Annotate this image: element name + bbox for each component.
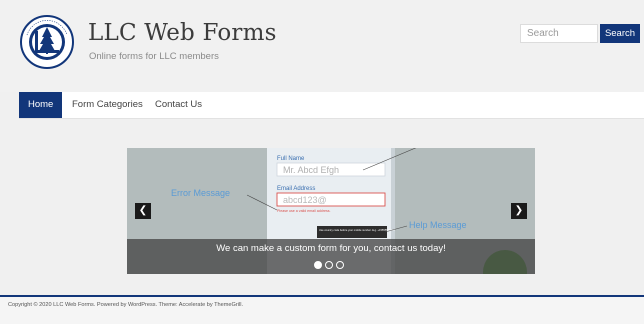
search-button[interactable]: Search bbox=[600, 24, 640, 43]
slide-email-value: abcd123@ bbox=[283, 195, 327, 205]
main-navigation: Home Form Categories Contact Us bbox=[19, 92, 644, 119]
slide-error-text: Please use a valid email address. bbox=[277, 209, 331, 213]
slider-dot-1[interactable] bbox=[314, 261, 322, 269]
slide-full-name-value: Mr. Abcd Efgh bbox=[283, 165, 339, 175]
chevron-left-icon: ❮ bbox=[138, 205, 148, 216]
slide-tooltip-text: Use country code before your mobile numb… bbox=[319, 228, 395, 232]
footer-copyright: Copyright © 2020 LLC Web Forms. Powered … bbox=[8, 302, 244, 308]
slide-full-name-label: Full Name bbox=[277, 156, 305, 162]
site-header: LLC Web Forms Online forms for LLC membe… bbox=[0, 0, 644, 92]
search-input[interactable] bbox=[520, 24, 598, 43]
slider-dot-2[interactable] bbox=[325, 261, 333, 269]
slider-dot-3[interactable] bbox=[336, 261, 344, 269]
nav-item-form-categories[interactable]: Form Categories bbox=[72, 92, 143, 118]
image-slider: Full Name Mr. Abcd Efgh Email Address ab… bbox=[127, 148, 535, 274]
help-message-callout: Help Message bbox=[409, 220, 467, 230]
nav-item-contact-us[interactable]: Contact Us bbox=[155, 92, 202, 118]
nav-item-home[interactable]: Home bbox=[19, 92, 63, 118]
site-footer: Copyright © 2020 LLC Web Forms. Powered … bbox=[0, 297, 644, 324]
site-title[interactable]: LLC Web Forms bbox=[88, 20, 277, 46]
chevron-right-icon: ❯ bbox=[514, 205, 524, 216]
slider-caption: We can make a custom form for you, conta… bbox=[216, 243, 446, 254]
slider-next-button[interactable]: ❯ bbox=[511, 203, 527, 219]
slider-prev-button[interactable]: ❮ bbox=[135, 203, 151, 219]
error-message-callout: Error Message bbox=[171, 188, 230, 198]
library-logo[interactable] bbox=[19, 13, 75, 71]
slide-email-label: Email Address bbox=[277, 186, 315, 192]
site-description: Online forms for LLC members bbox=[89, 51, 219, 62]
